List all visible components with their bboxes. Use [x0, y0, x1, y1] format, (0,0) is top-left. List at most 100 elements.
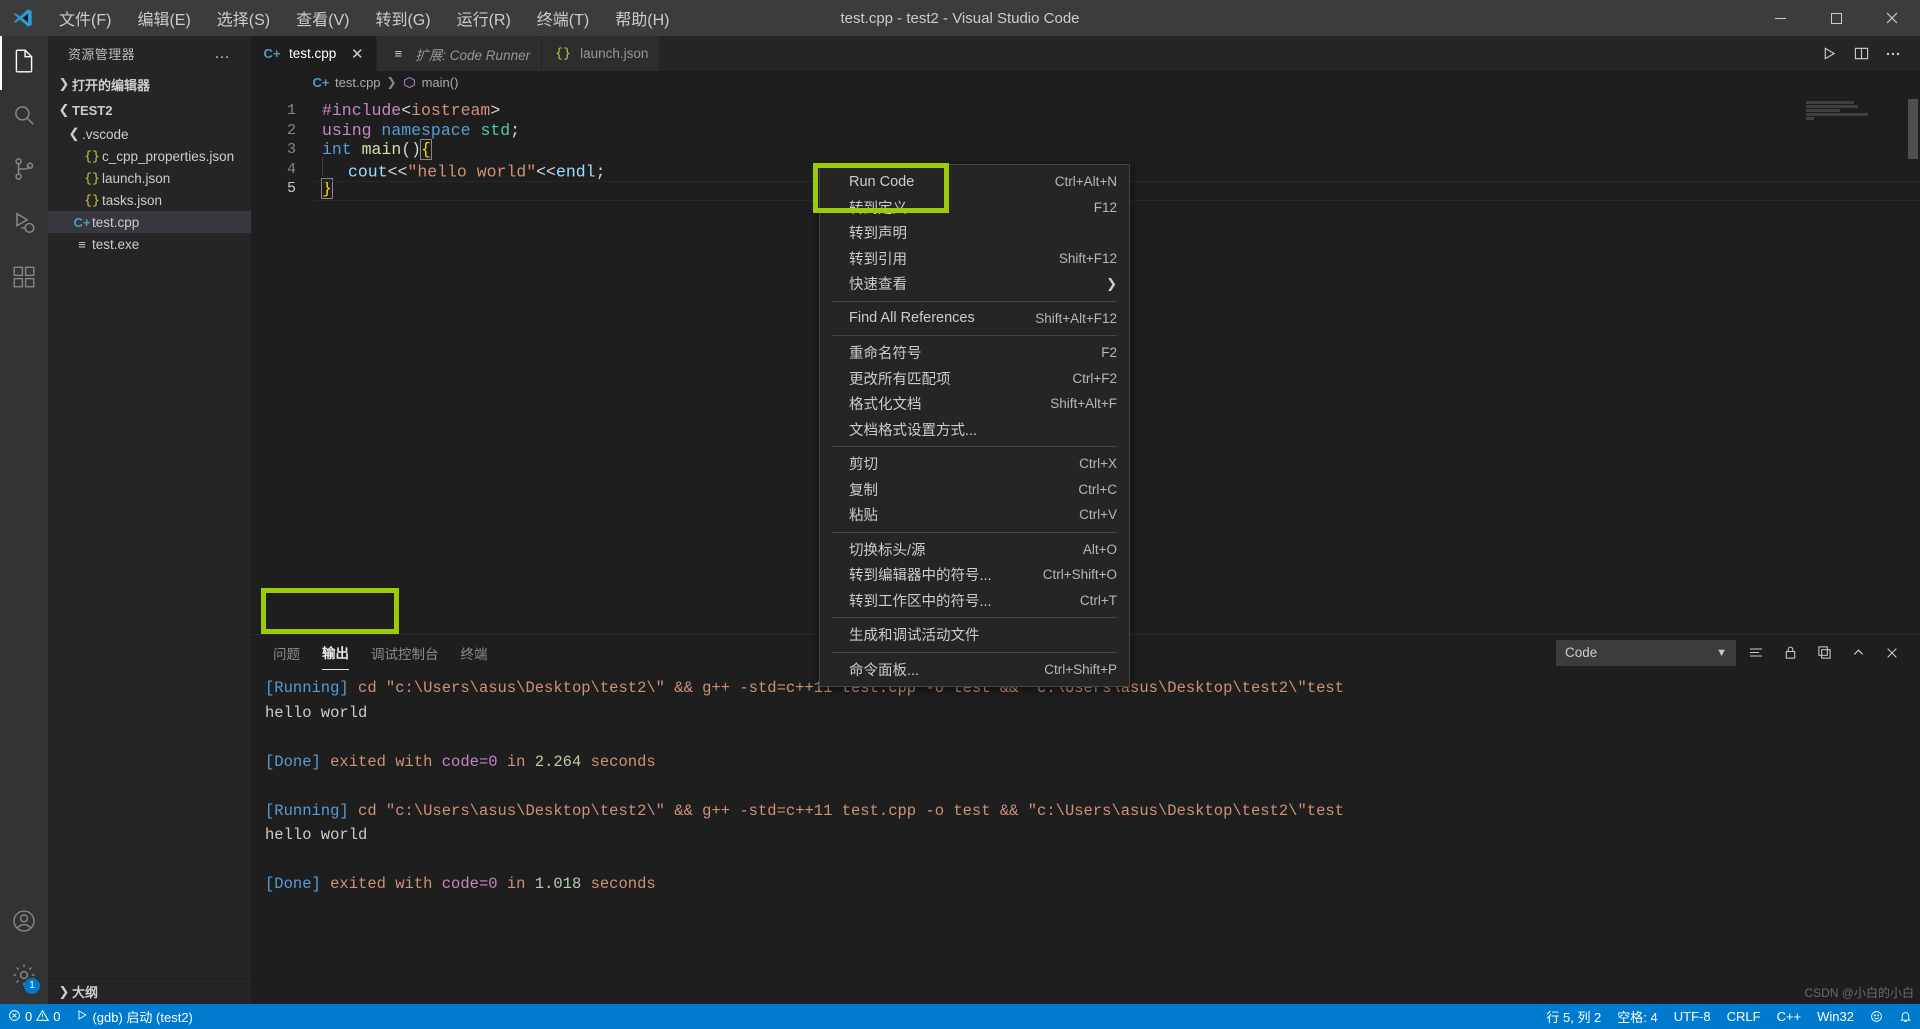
- status-encoding[interactable]: UTF-8: [1666, 1004, 1719, 1029]
- ctxitem-command-palette[interactable]: 命令面板... Ctrl+Shift+P: [820, 657, 1129, 683]
- run-code-button[interactable]: [1814, 36, 1844, 71]
- clear-output-button[interactable]: [1742, 639, 1770, 667]
- warning-count: 0: [53, 1009, 61, 1024]
- code-line: 1 #include<iostream>: [251, 101, 1920, 121]
- ctxitem-copy[interactable]: 复制 Ctrl+C: [820, 477, 1129, 503]
- activitybar-item-accounts[interactable]: [0, 896, 48, 950]
- menu-edit[interactable]: 编辑(E): [124, 2, 203, 34]
- ctxitem-cut[interactable]: 剪切 Ctrl+X: [820, 451, 1129, 477]
- output-line: hello world: [265, 701, 1920, 726]
- tree-item-vscode-folder[interactable]: ❮ .vscode: [48, 123, 251, 145]
- activitybar-item-run-debug[interactable]: [0, 198, 48, 252]
- tab-launch-json[interactable]: {} launch.json: [542, 36, 661, 71]
- close-panel-button[interactable]: [1878, 639, 1906, 667]
- tree-item-label: c_cpp_properties.json: [102, 148, 235, 164]
- activitybar-item-source-control[interactable]: [0, 144, 48, 198]
- status-win32[interactable]: Win32: [1809, 1004, 1862, 1029]
- activitybar-item-search[interactable]: [0, 90, 48, 144]
- panel-tab-problems[interactable]: 问题: [273, 635, 300, 670]
- status-notifications[interactable]: [1891, 1004, 1920, 1029]
- status-language-mode[interactable]: C++: [1769, 1004, 1810, 1029]
- ctxitem-build-and-debug-active-file[interactable]: 生成和调试活动文件: [820, 622, 1129, 648]
- ctxitem-switch-header-source[interactable]: 切换标头/源 Alt+O: [820, 537, 1129, 563]
- maximize-panel-button[interactable]: [1844, 639, 1872, 667]
- status-indentation[interactable]: 空格: 4: [1609, 1004, 1665, 1029]
- editor-scrollbar[interactable]: [1906, 93, 1920, 634]
- sidebar-section-workspace[interactable]: ❮ TEST2: [48, 97, 251, 123]
- line-number: 2: [286, 121, 296, 139]
- tree-item-test-exe[interactable]: ≡ test.exe: [48, 233, 251, 255]
- ctxitem-format-document-with[interactable]: 文档格式设置方式...: [820, 417, 1129, 443]
- output-line: [Done] exited with code=0 in 2.264 secon…: [265, 750, 1920, 775]
- tree-item-label: tasks.json: [102, 192, 163, 208]
- ctxitem-go-to-symbol-in-editor[interactable]: 转到编辑器中的符号... Ctrl+Shift+O: [820, 562, 1129, 588]
- output-code: code=0: [441, 875, 498, 893]
- output-mid: exited with: [320, 875, 442, 893]
- status-bar-left: 0 0 (gdb) 启动 (test2): [0, 1004, 201, 1029]
- tree-item-c-cpp-properties[interactable]: {} c_cpp_properties.json: [48, 145, 251, 167]
- ctxitem-label: 文档格式设置方式...: [849, 422, 978, 439]
- close-icon[interactable]: ✕: [349, 45, 365, 63]
- status-debug-launch[interactable]: (gdb) 启动 (test2): [68, 1004, 200, 1029]
- tree-item-label: test.cpp: [92, 214, 140, 230]
- menu-go[interactable]: 转到(G): [362, 2, 443, 34]
- editor-context-menu[interactable]: Run Code Ctrl+Alt+N 转到定义 F12 转到声明 转到引用 S…: [819, 164, 1130, 687]
- activitybar-item-explorer[interactable]: [0, 36, 48, 90]
- activitybar-item-settings[interactable]: 1: [0, 950, 48, 1004]
- ctxitem-find-all-references[interactable]: Find All References Shift+Alt+F12: [820, 306, 1129, 332]
- ctxitem-run-code[interactable]: Run Code Ctrl+Alt+N: [820, 169, 1129, 195]
- maximize-button[interactable]: [1808, 0, 1864, 36]
- tab-code-runner-extension[interactable]: ≡ 扩展: Code Runner: [377, 36, 543, 71]
- lock-scroll-button[interactable]: [1776, 639, 1804, 667]
- play-icon: [76, 1009, 88, 1024]
- ctxitem-go-to-declaration[interactable]: 转到声明: [820, 220, 1129, 246]
- panel-tab-output[interactable]: 输出: [322, 635, 349, 670]
- menu-file[interactable]: 文件(F): [46, 2, 124, 34]
- ctxitem-go-to-references[interactable]: 转到引用 Shift+F12: [820, 246, 1129, 272]
- status-eol[interactable]: CRLF: [1719, 1004, 1769, 1029]
- output-running-tag: [Running]: [265, 801, 349, 820]
- status-feedback[interactable]: [1862, 1004, 1891, 1029]
- output-content[interactable]: [Running] cd "c:\Users\asus\Desktop\test…: [251, 670, 1920, 1004]
- sidebar-more-actions-icon[interactable]: …: [214, 45, 231, 63]
- split-editor-button[interactable]: [1846, 36, 1876, 71]
- output-unit: seconds: [581, 752, 656, 771]
- breadcrumb-item-symbol[interactable]: main(): [422, 75, 459, 90]
- sidebar-section-open-editors[interactable]: ❯ 打开的编辑器: [48, 71, 251, 97]
- status-bar: 0 0 (gdb) 启动 (test2) 行 5, 列 2 空格: 4 UTF-…: [0, 1004, 1920, 1029]
- tree-item-tasks-json[interactable]: {} tasks.json: [48, 189, 251, 211]
- ctxitem-go-to-definition[interactable]: 转到定义 F12: [820, 195, 1129, 221]
- ctxitem-change-all-occurrences[interactable]: 更改所有匹配项 Ctrl+F2: [820, 366, 1129, 392]
- close-button[interactable]: [1864, 0, 1920, 36]
- status-problems[interactable]: 0 0: [0, 1004, 68, 1029]
- ctxitem-rename-symbol[interactable]: 重命名符号 F2: [820, 340, 1129, 366]
- ctxitem-format-document[interactable]: 格式化文档 Shift+Alt+F: [820, 391, 1129, 417]
- tree-item-test-cpp[interactable]: C+ test.cpp: [48, 211, 251, 233]
- tab-label: 扩展: Code Runner: [415, 47, 531, 63]
- menu-run[interactable]: 运行(R): [444, 2, 524, 34]
- json-icon: {}: [555, 46, 571, 61]
- ctxitem-peek[interactable]: 快速查看 ❯: [820, 271, 1129, 297]
- minimize-button[interactable]: [1752, 0, 1808, 36]
- activitybar-item-extensions[interactable]: [0, 252, 48, 306]
- menu-terminal[interactable]: 终端(T): [524, 2, 602, 34]
- tree-item-launch-json[interactable]: {} launch.json: [48, 167, 251, 189]
- menu-view[interactable]: 查看(V): [283, 2, 362, 34]
- menu-help[interactable]: 帮助(H): [602, 2, 682, 34]
- tab-test-cpp[interactable]: C+ test.cpp ✕: [251, 36, 378, 71]
- panel-tab-debug-console[interactable]: 调试控制台: [371, 635, 439, 670]
- minimap[interactable]: [1806, 93, 1906, 634]
- more-actions-button[interactable]: [1878, 36, 1908, 71]
- ctxitem-label: 切换标头/源: [849, 542, 926, 559]
- status-cursor-position[interactable]: 行 5, 列 2: [1538, 1004, 1609, 1029]
- line-number: 5: [286, 180, 296, 197]
- sidebar-section-outline[interactable]: ❯ 大纲: [48, 978, 251, 1004]
- open-in-editor-button[interactable]: [1810, 639, 1838, 667]
- ctxitem-go-to-symbol-in-workspace[interactable]: 转到工作区中的符号... Ctrl+T: [820, 588, 1129, 614]
- menu-selection[interactable]: 选择(S): [204, 2, 283, 34]
- panel-tab-terminal[interactable]: 终端: [461, 635, 488, 670]
- ctxitem-paste[interactable]: 粘贴 Ctrl+V: [820, 502, 1129, 528]
- breadcrumb-item-file[interactable]: test.cpp: [335, 75, 381, 90]
- scrollbar-thumb[interactable]: [1908, 99, 1918, 159]
- output-channel-select[interactable]: Code ▼: [1556, 639, 1736, 666]
